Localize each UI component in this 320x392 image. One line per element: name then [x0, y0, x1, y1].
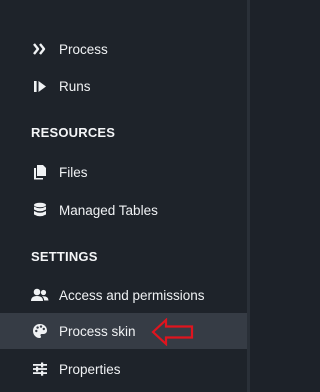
scrollbar[interactable]: [247, 0, 250, 392]
sidebar-item-runs[interactable]: Runs: [0, 68, 247, 104]
sidebar-item-label: Process: [59, 41, 108, 57]
sliders-icon: [31, 360, 49, 378]
sidebar: Process Runs RESOURCES Files Managed Tab…: [0, 0, 250, 392]
palette-icon: [31, 322, 49, 340]
sidebar-item-process[interactable]: Process: [0, 31, 247, 67]
sidebar-item-label: Managed Tables: [59, 202, 158, 218]
users-icon: [31, 286, 49, 304]
section-title-resources: RESOURCES: [31, 125, 116, 140]
sidebar-item-label: Runs: [59, 78, 91, 94]
sidebar-item-files[interactable]: Files: [0, 154, 247, 190]
sidebar-item-label: Files: [59, 164, 88, 180]
sidebar-item-managed-tables[interactable]: Managed Tables: [0, 192, 247, 228]
database-icon: [31, 201, 49, 219]
sidebar-item-access-permissions[interactable]: Access and permissions: [0, 277, 247, 313]
sidebar-item-label: Process skin: [59, 323, 136, 339]
sidebar-item-process-skin[interactable]: Process skin: [0, 313, 247, 349]
double-chevron-right-icon: [31, 40, 49, 58]
sidebar-item-properties[interactable]: Properties: [0, 351, 247, 387]
skip-forward-icon: [31, 77, 49, 95]
annotation-arrow-icon: [151, 318, 194, 346]
files-icon: [31, 163, 49, 181]
section-title-settings: SETTINGS: [31, 249, 98, 264]
sidebar-item-label: Access and permissions: [59, 287, 205, 303]
sidebar-item-label: Properties: [59, 361, 121, 377]
